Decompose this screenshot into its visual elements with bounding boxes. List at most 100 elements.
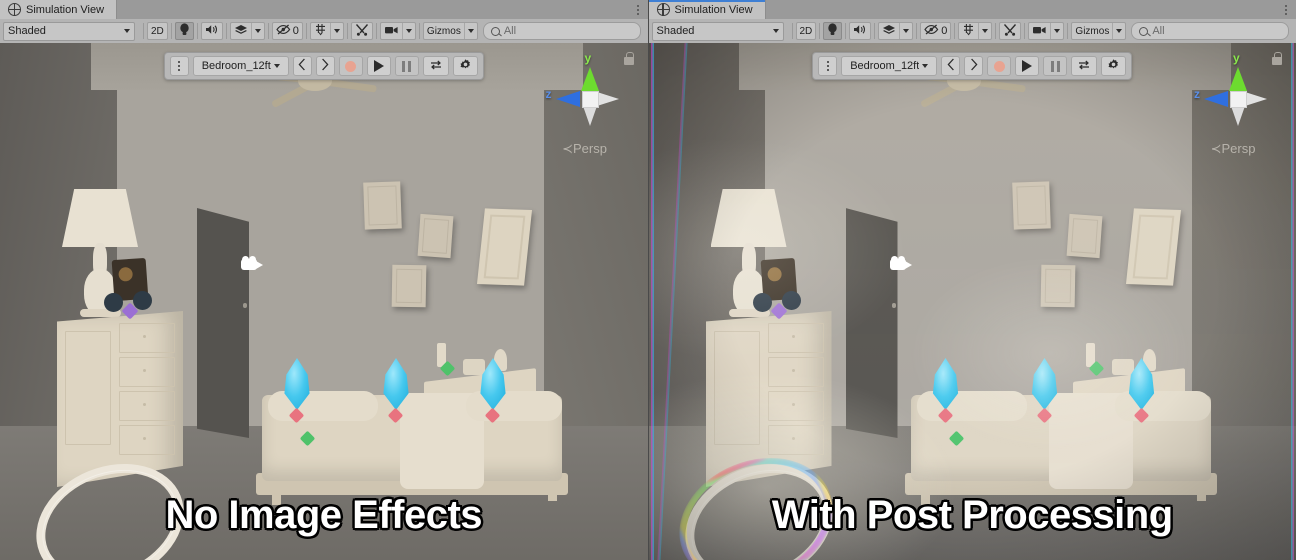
gizmos-dropdown-right[interactable] [1112, 23, 1125, 39]
axis-cone-z[interactable] [1204, 91, 1228, 107]
search-input-right[interactable]: All [1131, 22, 1289, 40]
tools-icon [1003, 23, 1017, 39]
audio-toggle-right[interactable] [849, 22, 872, 40]
scene-name-label: Bedroom_12ft [850, 60, 920, 72]
grid-dropdown-left[interactable] [329, 23, 343, 39]
scene-selector-left[interactable]: Bedroom_12ft [192, 56, 289, 76]
axis-cone-y-negative[interactable] [582, 106, 597, 126]
hidden-objects-count: 0 [292, 25, 299, 37]
pane-right: Simulation View Shaded 2D 0 Gizmos All y… [647, 0, 1296, 560]
hidden-objects-toggle-left[interactable]: 0 [271, 22, 303, 40]
axis-cone-x[interactable] [1245, 92, 1267, 106]
camera-dropdown-right[interactable] [1050, 23, 1063, 39]
axis-center-cube[interactable] [1230, 91, 1247, 108]
grid-dropdown-right[interactable] [978, 23, 991, 39]
axis-cone-z[interactable] [555, 91, 580, 107]
camera-gizmo-icon[interactable] [241, 256, 265, 273]
gizmos-group-right[interactable]: Gizmos [1071, 22, 1127, 40]
chevron-down-icon [903, 29, 910, 33]
divider [1067, 23, 1069, 39]
play-button-right[interactable] [1015, 56, 1040, 76]
toggle-2d-button-left[interactable]: 2D [147, 22, 168, 40]
chevron-down-icon [982, 29, 989, 33]
record-button-right[interactable] [987, 56, 1012, 76]
axis-gizmo-left[interactable]: y z ≺Persp [540, 51, 636, 157]
camera-gizmo-icon[interactable] [889, 256, 914, 273]
toggle-2d-label: 2D [799, 25, 813, 37]
axis-gizmo-right[interactable]: y z ≺Persp [1188, 51, 1284, 157]
grid-toggle-left[interactable] [311, 23, 330, 39]
play-button-left[interactable] [366, 56, 391, 76]
axis-cone-x[interactable] [596, 92, 619, 106]
camera-toggle-right[interactable] [1029, 23, 1050, 39]
gear-icon [1107, 58, 1120, 74]
previous-scene-button-left[interactable] [292, 56, 312, 76]
pause-button-left[interactable] [394, 56, 419, 76]
projection-mode-label[interactable]: ≺Persp [1188, 141, 1278, 157]
lighting-toggle-left[interactable] [174, 22, 194, 40]
camera-toggle-left[interactable] [381, 23, 402, 39]
tools-button-left[interactable] [350, 22, 373, 40]
previous-scene-button-right[interactable] [941, 56, 961, 76]
scene-selector-right[interactable]: Bedroom_12ft [841, 56, 938, 76]
loop-button-right[interactable] [1071, 56, 1098, 76]
grid-group-left[interactable] [309, 22, 344, 40]
ornate-mirror [1125, 208, 1181, 286]
gizmos-group-left[interactable]: Gizmos [422, 22, 478, 40]
next-scene-button-right[interactable] [964, 56, 984, 76]
record-button-left[interactable] [338, 56, 363, 76]
tab-simulation-view-left[interactable]: Simulation View [0, 0, 118, 19]
settings-button-right[interactable] [1101, 56, 1127, 76]
eye-slash-icon [276, 24, 291, 38]
speaker-icon [853, 24, 867, 38]
gizmos-toggle-left[interactable]: Gizmos [424, 23, 464, 39]
camera-group-left[interactable] [379, 22, 416, 40]
play-icon [373, 60, 384, 72]
search-input-left[interactable]: All [482, 22, 641, 40]
lighting-toggle-right[interactable] [823, 22, 843, 40]
scene-viewport-right[interactable]: y z ≺Persp With Post Processing [648, 43, 1296, 560]
axis-cone-y[interactable] [580, 67, 599, 91]
grid-toggle-right[interactable] [959, 23, 978, 39]
effects-dropdown-right[interactable] [899, 23, 912, 39]
tab-simulation-view-right[interactable]: Simulation View [648, 0, 766, 19]
projection-prefix: ≺ [562, 141, 573, 156]
gizmos-toggle-right[interactable]: Gizmos [1072, 23, 1112, 39]
camera-group-right[interactable] [1028, 22, 1065, 40]
grid-group-right[interactable] [958, 22, 993, 40]
comparison-screenshot: Simulation View Shaded 2D 0 Gizmos All y… [0, 0, 1296, 560]
effects-dropdown-left[interactable] [250, 23, 264, 39]
picture-frame [1040, 264, 1075, 308]
lock-icon[interactable] [1272, 52, 1282, 65]
playbar-menu-button-right[interactable] [818, 56, 838, 76]
playbar-menu-button-left[interactable] [169, 56, 189, 76]
gizmos-dropdown-left[interactable] [463, 23, 477, 39]
lock-icon[interactable] [623, 52, 634, 65]
divider [375, 23, 377, 39]
tools-button-right[interactable] [999, 22, 1022, 40]
toggle-2d-button-right[interactable]: 2D [795, 22, 817, 40]
loop-button-left[interactable] [422, 56, 449, 76]
draw-mode-dropdown-left[interactable]: Shaded [3, 21, 135, 41]
draw-mode-dropdown-right[interactable]: Shaded [651, 21, 784, 41]
effects-group-left[interactable] [229, 22, 265, 40]
axis-cone-y-negative[interactable] [1231, 106, 1245, 126]
scene-viewport-left[interactable]: y z ≺Persp No Image Effects [0, 43, 648, 560]
kebab-menu-icon-right[interactable] [1276, 0, 1296, 19]
next-scene-button-left[interactable] [315, 56, 335, 76]
toggle-2d-label: 2D [151, 25, 164, 37]
camera-dropdown-left[interactable] [401, 23, 415, 39]
effects-group-right[interactable] [878, 22, 914, 40]
pause-button-right[interactable] [1043, 56, 1068, 76]
axis-cone-y[interactable] [1229, 67, 1247, 91]
projection-mode-label[interactable]: ≺Persp [540, 141, 630, 157]
effects-toggle-left[interactable] [231, 23, 251, 39]
effects-toggle-right[interactable] [879, 23, 899, 39]
divider [1024, 23, 1026, 39]
kebab-menu-icon-left[interactable] [628, 0, 648, 19]
audio-toggle-left[interactable] [200, 22, 223, 40]
table-lamp-shade [62, 189, 138, 247]
settings-button-left[interactable] [452, 56, 478, 76]
hidden-objects-toggle-right[interactable]: 0 [920, 22, 952, 40]
axis-center-cube[interactable] [581, 91, 599, 108]
